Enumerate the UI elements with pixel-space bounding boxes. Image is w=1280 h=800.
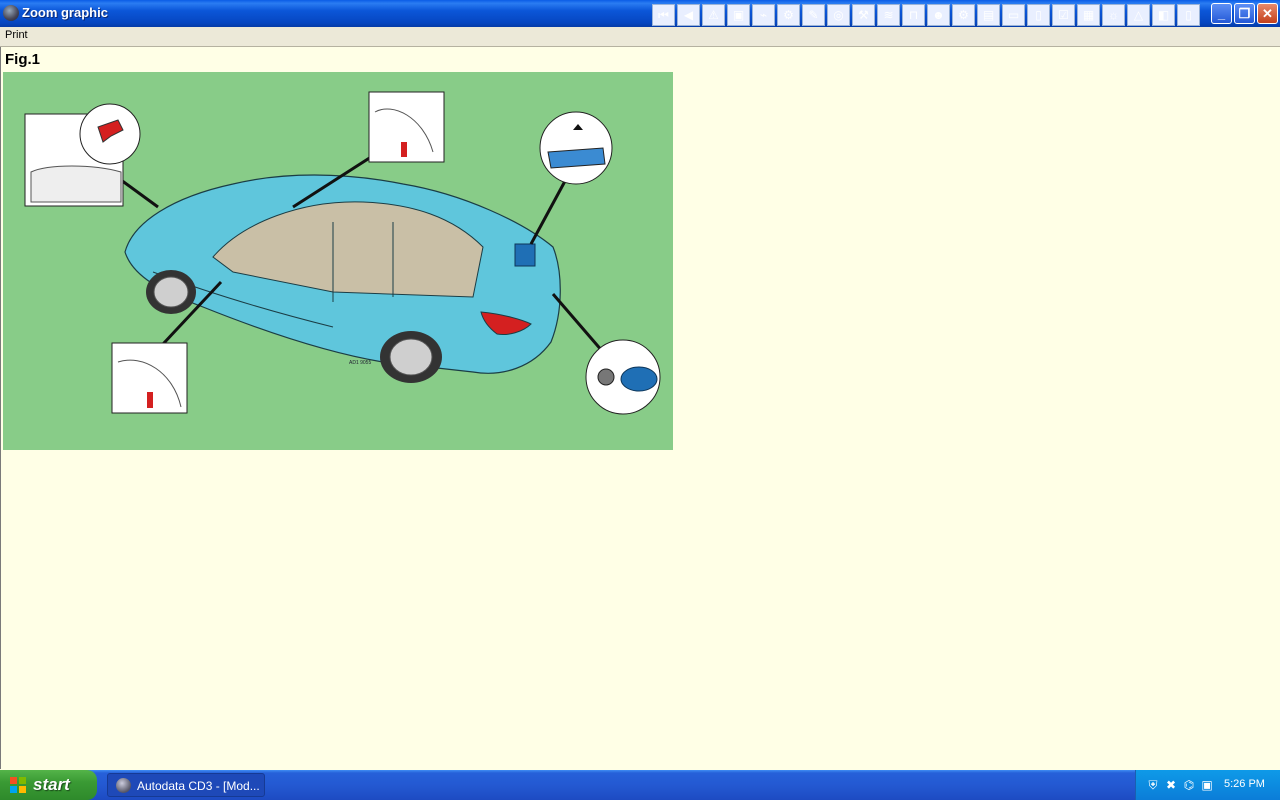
hazard-icon: △ bbox=[1133, 8, 1144, 22]
mechanic-button[interactable]: ☻ bbox=[927, 4, 950, 26]
shield-icon[interactable]: ⛨ bbox=[1146, 778, 1160, 792]
service-button[interactable]: ⚒ bbox=[852, 4, 875, 26]
security-alert-icon[interactable]: ✖ bbox=[1164, 778, 1178, 792]
battery-button[interactable]: ▤ bbox=[977, 4, 1000, 26]
car-button[interactable]: ▭ bbox=[1002, 4, 1025, 26]
battery-icon: ▤ bbox=[982, 8, 995, 22]
wrench-icon: ⚙ bbox=[958, 8, 969, 22]
windows-logo-icon bbox=[10, 777, 26, 793]
warning-button[interactable]: ⚠ bbox=[702, 4, 725, 26]
menu-print[interactable]: Print bbox=[5, 29, 28, 41]
title-bar[interactable]: Zoom graphic ⏮ ◀ ⚠ ▣ ⌁ ⚙ ✎ ◎ ⚒ ≋ ⊓ ☻ ⚙ ▤ ▭ ▯ ☑ ▦ ☼ △ ◧ ▯ _ ❐ … bbox=[0, 0, 1280, 27]
hazard-button[interactable]: △ bbox=[1127, 4, 1150, 26]
mechanic-icon: ☻ bbox=[932, 8, 945, 22]
calendar-icon: ▦ bbox=[1082, 8, 1095, 22]
previous-icon: ◀ bbox=[683, 8, 694, 22]
menu-bar: Print bbox=[0, 27, 1280, 47]
vehicle-info-button[interactable]: ◧ bbox=[1152, 4, 1175, 26]
start-label: start bbox=[33, 775, 70, 794]
figure-label: Fig.1 bbox=[5, 51, 41, 68]
belt-button[interactable]: ≋ bbox=[877, 4, 900, 26]
engine-icon: ▣ bbox=[732, 8, 745, 22]
lamp-button[interactable]: ☼ bbox=[1102, 4, 1125, 26]
warning-icon: ⚠ bbox=[708, 8, 719, 22]
window-title: Zoom graphic bbox=[22, 5, 108, 20]
gear-button[interactable]: ⚙ bbox=[777, 4, 800, 26]
lift-button[interactable]: ⊓ bbox=[902, 4, 925, 26]
callout-trunk-battery bbox=[539, 111, 613, 185]
restore-button[interactable]: ❐ bbox=[1234, 3, 1255, 24]
taskbar-item-autodata[interactable]: Autodata CD3 - [Mod... bbox=[107, 773, 265, 797]
tools-button[interactable]: ✎ bbox=[802, 4, 825, 26]
callout-driver-footwell bbox=[368, 91, 445, 163]
callout-front-release bbox=[24, 103, 141, 207]
autodata-icon bbox=[116, 778, 131, 793]
app-icon[interactable] bbox=[3, 5, 19, 21]
previous-button[interactable]: ◀ bbox=[677, 4, 700, 26]
manual-icon: ▯ bbox=[1035, 8, 1042, 22]
belt-icon: ≋ bbox=[883, 8, 894, 22]
taskbar: start Autodata CD3 - [Mod... ⛨ ✖ ⌬ ▣ 5:2… bbox=[0, 770, 1280, 800]
gear-icon: ⚙ bbox=[783, 8, 794, 22]
checklist-button[interactable]: ☑ bbox=[1052, 4, 1075, 26]
diagram-icon: ⌁ bbox=[759, 8, 768, 22]
minimize-button[interactable]: _ bbox=[1211, 3, 1232, 24]
vehicle-info-icon: ◧ bbox=[1157, 8, 1170, 22]
diagram-button[interactable]: ⌁ bbox=[752, 4, 775, 26]
car-illustration: AD1 9055 bbox=[3, 72, 673, 450]
lift-icon: ⊓ bbox=[908, 8, 919, 22]
service-icon: ⚒ bbox=[858, 8, 869, 22]
monitor-icon[interactable]: ▣ bbox=[1200, 778, 1214, 792]
car-diagram: AD1 9055 bbox=[3, 72, 673, 450]
taskbar-item-label: Autodata CD3 - [Mod... bbox=[137, 779, 260, 793]
document-button[interactable]: ▯ bbox=[1177, 4, 1200, 26]
calendar-button[interactable]: ▦ bbox=[1077, 4, 1100, 26]
wrench-button[interactable]: ⚙ bbox=[952, 4, 975, 26]
start-button[interactable]: start bbox=[0, 770, 97, 800]
callout-passenger-footwell bbox=[111, 342, 188, 414]
figure-ref-code: AD1 9055 bbox=[349, 360, 371, 366]
system-tray: ⛨ ✖ ⌬ ▣ 5:26 PM bbox=[1135, 770, 1280, 800]
wheel-icon: ◎ bbox=[833, 8, 844, 22]
first-page-icon: ⏮ bbox=[658, 8, 669, 22]
wheel-button[interactable]: ◎ bbox=[827, 4, 850, 26]
car-icon: ▭ bbox=[1007, 8, 1020, 22]
network-icon[interactable]: ⌬ bbox=[1182, 778, 1196, 792]
manual-button[interactable]: ▯ bbox=[1027, 4, 1050, 26]
close-button[interactable]: ✕ bbox=[1257, 3, 1278, 24]
callout-key-fob bbox=[585, 339, 661, 415]
checklist-icon: ☑ bbox=[1058, 8, 1069, 22]
document-icon: ▯ bbox=[1185, 8, 1192, 22]
toolbar: ⏮ ◀ ⚠ ▣ ⌁ ⚙ ✎ ◎ ⚒ ≋ ⊓ ☻ ⚙ ▤ ▭ ▯ ☑ ▦ ☼ △ ◧ ▯ bbox=[652, 4, 1202, 26]
engine-button[interactable]: ▣ bbox=[727, 4, 750, 26]
lamp-icon: ☼ bbox=[1108, 8, 1119, 22]
tools-icon: ✎ bbox=[808, 8, 819, 22]
first-page-button[interactable]: ⏮ bbox=[652, 4, 675, 26]
content-area: Fig.1 AD1 9055 bbox=[0, 47, 1280, 769]
clock: 5:26 PM bbox=[1224, 778, 1265, 790]
